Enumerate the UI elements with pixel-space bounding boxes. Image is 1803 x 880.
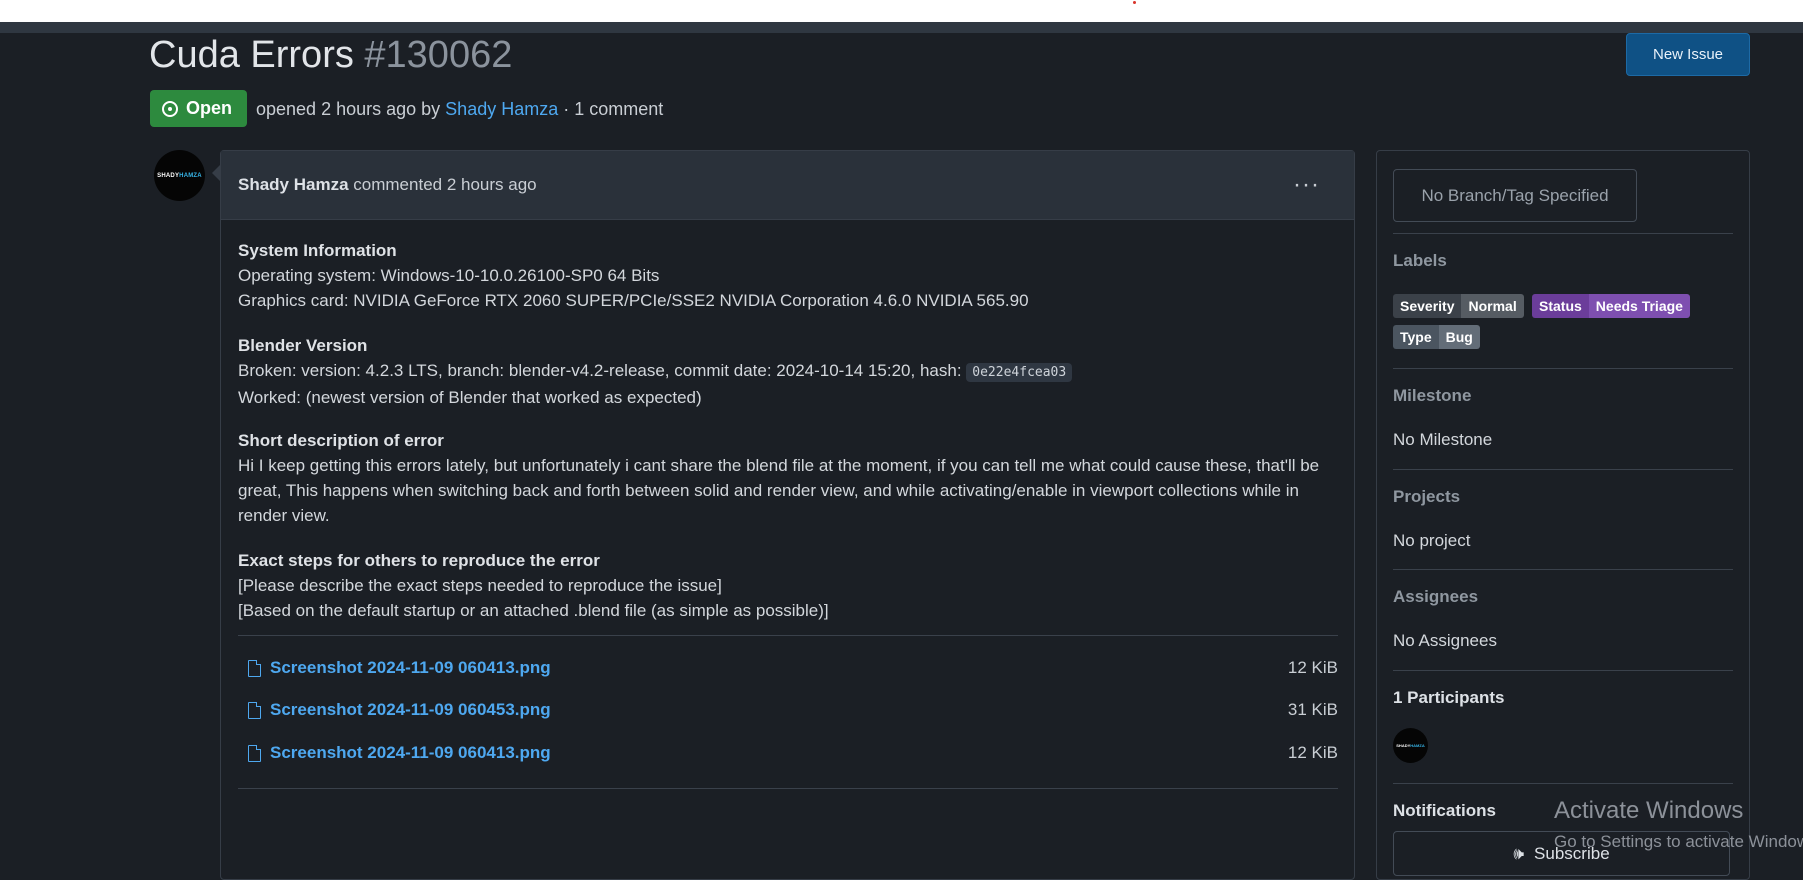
attachment-row[interactable]: Screenshot 2024-11-09 060453.png 31 KiB	[248, 700, 1338, 730]
blender-heading: Blender Version	[238, 336, 368, 355]
sysinfo-heading: System Information	[238, 241, 397, 260]
participant-avatar[interactable]: SHADYHAMZA	[1393, 728, 1428, 763]
issue-meta: opened 2 hours ago by Shady Hamza · 1 co…	[256, 99, 663, 120]
avatar[interactable]: SHADYHAMZA	[154, 150, 205, 201]
attachment-link[interactable]: Screenshot 2024-11-09 060413.png	[270, 743, 551, 763]
browser-top-strip	[0, 0, 1803, 22]
attachment-row[interactable]: Screenshot 2024-11-09 060413.png 12 KiB	[248, 658, 1338, 688]
gpu-line: Graphics card: NVIDIA GeForce RTX 2060 S…	[238, 291, 1029, 310]
attachment-size: 12 KiB	[1287, 658, 1338, 677]
sidebar-divider	[1393, 569, 1733, 570]
comment-header: Shady Hamza commented 2 hours ago ···	[221, 151, 1354, 220]
more-options-icon[interactable]: ···	[1293, 171, 1320, 199]
short-desc-heading: Short description of error	[238, 431, 444, 450]
sidebar-divider	[1393, 670, 1733, 671]
sidebar-divider	[1393, 233, 1733, 234]
attachment-row[interactable]: Screenshot 2024-11-09 060413.png 12 KiB	[248, 743, 1338, 773]
sidebar-divider	[1393, 469, 1733, 470]
os-line: Operating system: Windows-10-10.0.26100-…	[238, 266, 660, 285]
open-issue-icon	[162, 100, 178, 117]
commit-hash: 0e22e4fcea03	[966, 363, 1073, 382]
issue-title: Cuda Errors	[149, 34, 354, 76]
steps-line-2: [Based on the default startup or an atta…	[238, 601, 829, 620]
meta-comments: · 1 comment	[563, 99, 664, 119]
branch-selector[interactable]: No Branch/Tag Specified	[1393, 169, 1637, 222]
label-status[interactable]: Status Needs Triage	[1532, 294, 1690, 318]
issue-number: #130062	[364, 34, 513, 76]
projects-value: No project	[1393, 531, 1471, 550]
short-desc-section: Short description of error Hi I keep get…	[238, 428, 1338, 528]
comment-time: commented 2 hours ago	[353, 175, 537, 194]
page-title: Cuda Errors #130062	[149, 34, 512, 77]
windows-activation-watermark: Activate Windows	[1554, 797, 1744, 824]
notifications-title: Notifications	[1393, 801, 1496, 820]
comment-box: Shady Hamza commented 2 hours ago ··· Sy…	[212, 150, 1355, 880]
comment-byline: Shady Hamza commented 2 hours ago	[238, 175, 537, 195]
assignees-title[interactable]: Assignees	[1393, 587, 1478, 607]
steps-line-1: [Please describe the exact steps needed …	[238, 576, 722, 595]
sysinfo-section: System Information Operating system: Win…	[238, 238, 1338, 313]
participants-title: 1 Participants	[1393, 688, 1505, 707]
label-severity[interactable]: Severity Normal	[1393, 294, 1524, 318]
attachment-size: 12 KiB	[1287, 743, 1338, 762]
steps-heading: Exact steps for others to reproduce the …	[238, 551, 600, 570]
site-header-bar	[0, 22, 1803, 33]
attachment-link[interactable]: Screenshot 2024-11-09 060453.png	[270, 700, 551, 720]
sidebar-divider	[1393, 783, 1733, 784]
sidebar-divider	[1393, 368, 1733, 369]
blender-section: Blender Version Broken: version: 4.2.3 L…	[238, 333, 1338, 410]
file-icon	[248, 702, 261, 719]
comment-author[interactable]: Shady Hamza	[238, 175, 349, 194]
windows-activation-hint: Go to Settings to activate Windows.	[1554, 832, 1803, 851]
milestone-title[interactable]: Milestone	[1393, 386, 1471, 406]
author-link[interactable]: Shady Hamza	[445, 99, 558, 119]
new-issue-button[interactable]: New Issue	[1626, 33, 1750, 76]
status-badge: Open	[150, 90, 247, 127]
attachment-link[interactable]: Screenshot 2024-11-09 060413.png	[270, 658, 551, 678]
milestone-value: No Milestone	[1393, 430, 1493, 449]
file-icon	[248, 660, 261, 677]
steps-section: Exact steps for others to reproduce the …	[238, 548, 1338, 623]
speaker-icon: 🕪	[1513, 843, 1525, 863]
worked-line: Worked: (newest version of Blender that …	[238, 388, 702, 407]
attachment-size: 31 KiB	[1287, 700, 1338, 719]
file-icon	[248, 745, 261, 762]
avatar-logo: SHADYHAMZA	[157, 172, 202, 179]
attachments-divider-bottom	[238, 788, 1338, 789]
short-desc-body: Hi I keep getting this errors lately, bu…	[238, 456, 1320, 525]
projects-title[interactable]: Projects	[1393, 487, 1460, 507]
avatar-logo: SHADYHAMZA	[1396, 743, 1425, 748]
status-label: Open	[186, 98, 233, 118]
labels-title[interactable]: Labels	[1393, 251, 1447, 271]
issue-sidebar: No Branch/Tag Specified Labels Severity N…	[1376, 150, 1750, 880]
label-type[interactable]: Type Bug	[1393, 325, 1480, 349]
assignees-value: No Assignees	[1393, 631, 1497, 650]
indicator-dot	[1133, 1, 1136, 4]
meta-opened: opened 2 hours ago by	[256, 99, 441, 119]
broken-line: Broken: version: 4.2.3 LTS, branch: blen…	[238, 358, 1338, 385]
attachments-divider-top	[238, 635, 1338, 636]
